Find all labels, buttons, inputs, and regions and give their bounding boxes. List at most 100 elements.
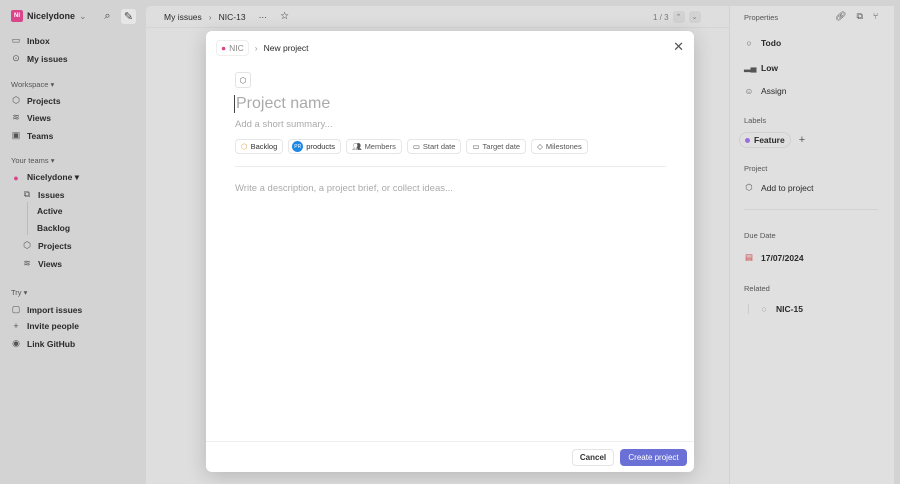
copy-icon[interactable]: ⧉ (856, 11, 862, 22)
description-editor[interactable]: Write a description, a project brief, or… (235, 183, 453, 194)
label: Link GitHub (27, 338, 76, 349)
branch-icon[interactable]: ⑂ (873, 11, 878, 22)
project-icon-picker[interactable]: ⬡ (235, 72, 251, 88)
team-chip[interactable]: ● NIC (216, 40, 249, 56)
label: Projects (38, 240, 72, 251)
star-icon[interactable]: ☆ (280, 11, 289, 22)
chevron-down-icon[interactable]: ⌄ (688, 11, 701, 23)
milestones-chip[interactable]: ◇ Milestones (531, 139, 588, 154)
label-chip[interactable]: Feature (739, 132, 791, 148)
chevron-up-icon[interactable]: ⌃ (672, 11, 685, 23)
teams-section[interactable]: Your teams ▾ (11, 156, 55, 165)
sidebar-item-teams[interactable]: ▣ Teams (11, 130, 54, 141)
label-dot (745, 137, 750, 143)
header: My issues › NIC-13 ··· ☆ 1 / 3 ⌃ ⌄ (146, 6, 729, 28)
invite-people[interactable]: + Invite people (11, 321, 79, 331)
layers-icon: ≋ (12, 112, 20, 122)
cube-icon: ⬡ (23, 240, 31, 250)
issues-icon: ⧉ (23, 189, 31, 199)
due-title: Due Date (744, 231, 776, 240)
chip-label: Start date (422, 142, 456, 151)
priority-field[interactable]: ▂▄ Low (744, 62, 778, 73)
project-value: Add to project (761, 182, 814, 193)
chip-label: Backlog (250, 142, 278, 151)
team-item-active[interactable]: Active (37, 206, 63, 216)
team-item-projects[interactable]: ⬡ Projects (22, 240, 72, 251)
add-label-icon[interactable]: + (799, 134, 805, 146)
link-github[interactable]: ◉ Link GitHub (11, 338, 75, 349)
team-nicelydone[interactable]: ● Nicelydone ▾ (11, 172, 79, 183)
link-icon[interactable]: 🔗︎ (835, 11, 846, 22)
modal-footer: Cancel Create project (206, 441, 694, 472)
milestone-icon: ◇ (537, 142, 543, 151)
team-icon: ▣ (11, 130, 21, 140)
workspace-name: Nicelydone (27, 11, 76, 21)
more-icon[interactable]: ··· (259, 12, 268, 22)
property-chips: ⬡ Backlog PR products 👥︎ Members ▭ Start dat… (235, 139, 588, 154)
add-to-project[interactable]: ⬡ Add to project (744, 182, 813, 193)
summary-input[interactable]: Add a short summary... (235, 119, 333, 130)
label: Invite people (27, 321, 79, 331)
members-chip[interactable]: 👥︎ Members (346, 139, 402, 154)
label: Import issues (27, 304, 83, 315)
start-date-chip[interactable]: ▭ Start date (406, 139, 462, 154)
cancel-button[interactable]: Cancel (572, 449, 614, 466)
divider (235, 166, 666, 167)
target-date-chip[interactable]: ▭ Target date (466, 139, 527, 154)
chip-label: Milestones (545, 142, 582, 151)
team-item-issues[interactable]: ⧉ Issues (22, 189, 65, 200)
related-issue[interactable]: ◌ NIC-15 (748, 304, 803, 314)
sidebar-item-views[interactable]: ≋ Views (11, 112, 51, 123)
cube-icon: ⬡ (12, 95, 20, 105)
pager: 1 / 3 ⌃ ⌄ (653, 11, 701, 23)
chevron-right-icon: › (254, 43, 258, 53)
chip-label: Target date (482, 142, 521, 151)
team-item-views[interactable]: ≋ Views (22, 258, 62, 269)
divider (744, 209, 878, 210)
assignee-field[interactable]: ☺ Assign (744, 86, 787, 96)
inbox-icon: ▭ (11, 35, 21, 45)
chip-label: Members (364, 142, 396, 151)
related-title: Related (744, 284, 770, 293)
breadcrumb-my-issues[interactable]: My issues (164, 12, 202, 22)
new-project-modal: ● NIC › New project ✕ ⬡ Project name Add … (206, 31, 694, 472)
chevron-down-icon: ⌄ (79, 10, 87, 21)
due-date-field[interactable]: ▤ 17/07/2024 (744, 252, 804, 263)
status-value: Todo (761, 38, 782, 48)
import-icon: ▢ (11, 304, 21, 314)
team-item-backlog[interactable]: Backlog (37, 223, 70, 233)
label: Inbox (27, 35, 50, 46)
chip-label: products (306, 142, 336, 151)
sidebar-item-my-issues[interactable]: ⊙ My issues (11, 53, 68, 64)
sidebar-item-inbox[interactable]: ▭ Inbox (11, 35, 50, 46)
modal-title: New project (263, 43, 309, 53)
import-issues[interactable]: ▢ Import issues (11, 304, 83, 315)
priority-bars-icon: ▂▄ (744, 62, 757, 72)
plus-icon: + (13, 321, 19, 331)
status-chip[interactable]: ⬡ Backlog (235, 139, 284, 154)
chevron-right-icon: › (208, 11, 212, 22)
try-section[interactable]: Try ▾ (11, 288, 27, 297)
label: My issues (27, 53, 68, 64)
circle-icon: ○ (746, 38, 752, 48)
label: Views (38, 258, 62, 269)
calendar-icon: ▭ (412, 142, 420, 151)
new-issue-icon[interactable]: ✎ (121, 9, 136, 24)
modal-breadcrumb: ● NIC › New project (216, 40, 309, 56)
search-icon[interactable]: ⌕ (100, 9, 115, 24)
workspace-switcher[interactable]: NI Nicelydone ⌄ (11, 10, 87, 22)
project-name-input[interactable]: Project name (234, 95, 330, 113)
status-field[interactable]: ○ Todo (744, 38, 781, 48)
workspace-section[interactable]: Workspace ▾ (11, 80, 54, 89)
calendar-icon: ▤ (744, 252, 754, 262)
breadcrumb-issue[interactable]: NIC-13 (219, 12, 246, 22)
close-icon[interactable]: ✕ (673, 39, 684, 55)
labels-title: Labels (744, 116, 767, 125)
sidebar-item-projects[interactable]: ⬡ Projects (11, 95, 60, 106)
dashed-circle-icon: ◌ (761, 304, 767, 314)
create-project-button[interactable]: Create project (620, 449, 687, 466)
lead-chip[interactable]: PR products (288, 139, 342, 154)
team-logo-icon: ● (221, 43, 227, 53)
tree-line (27, 202, 28, 235)
properties-panel: Properties 🔗︎ ⧉ ⑂ ○ Todo ▂▄ Low ☺ Assign Labe… (729, 6, 894, 484)
